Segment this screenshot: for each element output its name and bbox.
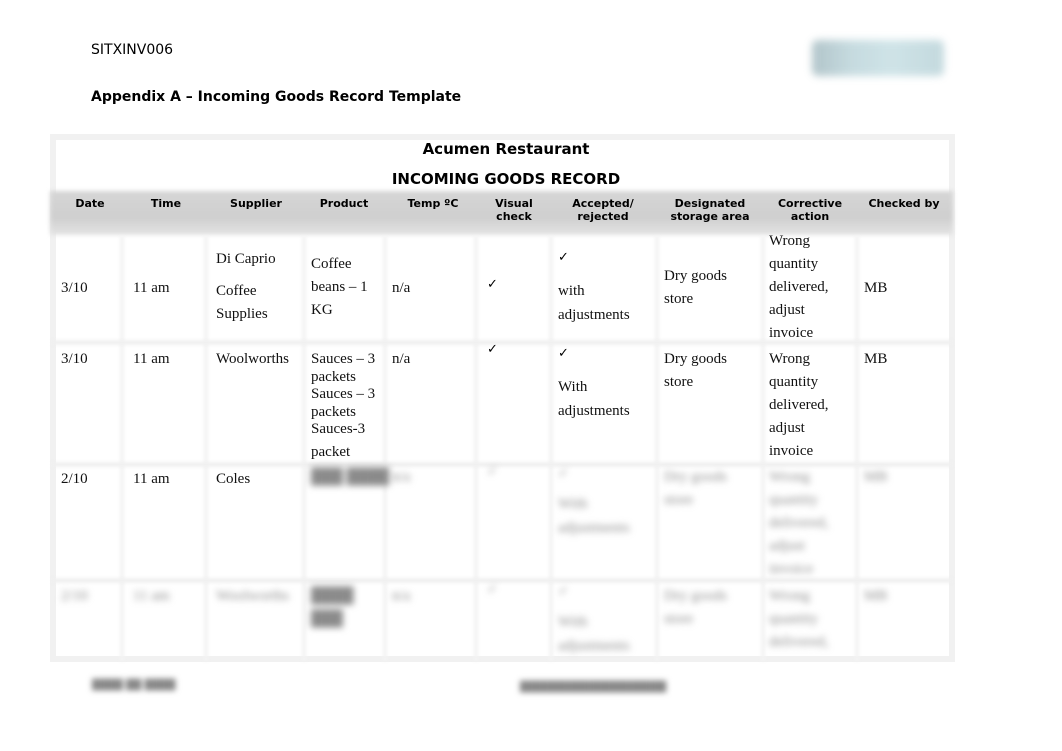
cell-temp: n/a	[392, 280, 411, 296]
column-divider	[761, 236, 765, 661]
cell-accepted-note: with adjustments	[558, 283, 630, 323]
cell-storage-area: Dry goods store	[664, 268, 727, 307]
column-header-corrective-action: Corrective action	[777, 197, 843, 223]
column-header-temp: Temp ºC	[407, 197, 459, 210]
cell-product: Coffee beans – 1 KG	[311, 256, 368, 318]
accepted-check-mark-icon: ✓	[558, 346, 569, 361]
accepted-check-mark-icon: ✓	[558, 250, 569, 265]
visual-check-mark-icon: ✓	[487, 277, 498, 292]
cell-accepted-note: With adjustments	[558, 379, 630, 419]
column-header-accepted-rejected: Accepted/ rejected	[572, 197, 634, 223]
column-divider	[302, 236, 306, 661]
document-code: SITXINV006	[91, 42, 174, 58]
cell-product: Sauces – 3 packets Sauces – 3 packets Sa…	[311, 351, 376, 437]
column-divider	[855, 236, 859, 661]
column-divider	[120, 236, 124, 661]
cell-product: ███ ████	[311, 469, 390, 485]
column-divider	[474, 236, 478, 661]
column-header-visual-check: Visual check	[495, 197, 533, 223]
cell-supplier: Coffee	[216, 283, 257, 299]
cell-checked-by: MB	[864, 588, 888, 604]
column-header-storage-area: Designated storage area	[670, 197, 750, 223]
appendix-title: Appendix A – Incoming Goods Record Templ…	[91, 89, 462, 105]
record-title: INCOMING GOODS RECORD	[391, 170, 621, 188]
visual-check-mark-icon: ✓	[487, 464, 498, 479]
column-divider	[655, 236, 659, 661]
cell-checked-by: MB	[864, 351, 888, 367]
cell-supplier: Woolworths	[216, 588, 289, 604]
cell-time: 11 am	[133, 351, 170, 367]
cell-time: 11 am	[133, 280, 170, 296]
restaurant-name: Acumen Restaurant	[422, 140, 590, 158]
cell-temp: n/a	[392, 588, 411, 604]
cell-accepted-note: With adjustments	[558, 496, 630, 536]
column-header-date: Date	[75, 197, 105, 210]
organisation-logo-icon	[812, 40, 944, 76]
cell-storage-area: Dry goods store	[664, 351, 727, 390]
accepted-check-mark-icon: ✓	[558, 466, 569, 481]
column-header-product: Product	[319, 197, 369, 210]
cell-time: 11 am	[133, 588, 170, 604]
cell-corrective-action: Wrong quantity delivered, adjust invoice	[769, 233, 829, 341]
cell-accepted-note: With adjustments	[558, 614, 630, 654]
cell-supplier: Di Caprio	[216, 251, 276, 267]
cell-supplier: Woolworths	[216, 351, 289, 367]
column-header-checked-by: Checked by	[868, 197, 940, 210]
column-header-time: Time	[150, 197, 182, 210]
column-divider	[383, 236, 387, 661]
cell-product: ████ ███	[311, 588, 354, 627]
cell-corrective-action: Wrong quantity delivered, adjust invoice	[769, 469, 829, 577]
visual-check-mark-icon: ✓	[487, 582, 498, 597]
cell-date: 2/10	[61, 471, 88, 487]
accepted-check-mark-icon: ✓	[558, 584, 569, 599]
cell-corrective-action: Wrong quantity delivered, adjust invoice	[769, 351, 829, 459]
cell-storage-area: Dry goods store	[664, 588, 727, 627]
cell-storage-area: Dry goods store	[664, 469, 727, 508]
footer-left-text: ████ ██ ████	[92, 680, 176, 691]
cell-temp: n/a	[392, 469, 411, 485]
cell-checked-by: MB	[864, 280, 888, 296]
cell-temp: n/a	[392, 351, 411, 367]
cell-date: 3/10	[61, 351, 88, 367]
column-divider	[549, 236, 553, 661]
cell-corrective-action: Wrong quantity delivered,	[769, 588, 829, 650]
column-divider	[204, 236, 208, 661]
cell-date: 3/10	[61, 280, 88, 296]
cell-checked-by: MB	[864, 469, 888, 485]
cell-time: 11 am	[133, 471, 170, 487]
visual-check-mark-icon: ✓	[487, 342, 498, 357]
cell-product-continued: packet	[311, 444, 351, 460]
footer-right-text: ███████████████████	[520, 682, 667, 693]
cell-supplier: Supplies	[216, 306, 268, 322]
cell-supplier: Coles	[216, 471, 251, 487]
cell-date: 2/10	[61, 588, 88, 604]
column-header-supplier: Supplier	[230, 197, 282, 210]
